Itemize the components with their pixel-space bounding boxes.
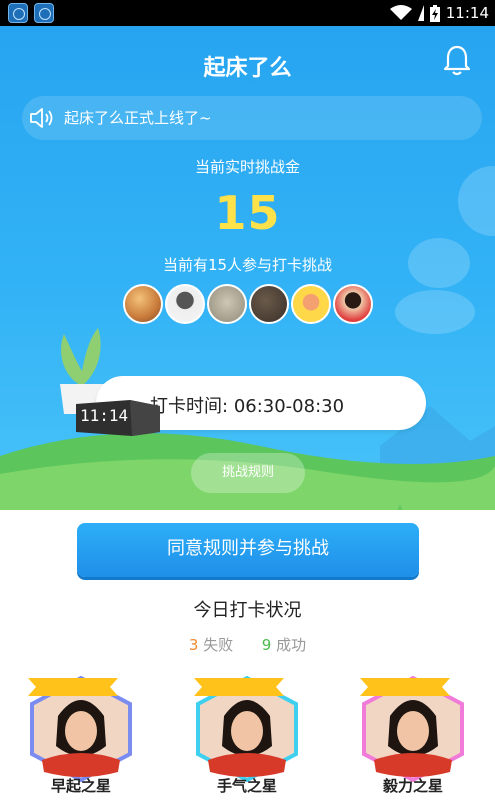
signal-icon [417,5,424,21]
speaker-icon [30,108,53,128]
join-challenge-button[interactable]: 同意规则并参与挑战 [77,523,419,577]
avatar[interactable] [207,284,247,324]
avatar[interactable] [249,284,289,324]
star-label: 手气之星 [216,777,277,795]
alarm-clock-time: 11:14 [80,406,129,425]
app-notification-icon [8,3,28,23]
avatar[interactable] [165,284,205,324]
clock-time: 11:14 [445,4,489,22]
app-notification-icon [34,3,54,23]
cloud-decoration [395,290,475,334]
battery-icon [429,4,440,22]
announcement-bar[interactable]: 起床了么正式上线了~ [22,96,482,140]
success-count: 9 [261,636,272,654]
luck-star[interactable]: 手气之星 [194,676,300,802]
star-ribbon [194,678,284,696]
checkin-time-range: 06:30-08:30 [233,396,345,417]
today-status-heading: 今日打卡状况 [193,600,302,621]
star-ribbon [360,678,450,696]
perseverance-star[interactable]: 毅力之星 [360,676,466,802]
challenge-rules-button[interactable]: 挑战规则 [191,453,305,493]
star-label: 毅力之星 [382,777,443,795]
participants-count-text: 当前有15人参与打卡挑战 [162,256,333,274]
pool-label: 当前实时挑战金 [194,158,300,176]
bell-icon[interactable] [443,44,471,76]
pool-amount: 15 [214,186,281,240]
star-ribbon [28,678,118,696]
fail-count: 3 [188,636,199,654]
participant-avatars [123,284,373,324]
star-label: 早起之星 [50,777,111,795]
avatar[interactable] [333,284,373,324]
announcement-text: 起床了么正式上线了~ [64,109,212,127]
early-riser-star[interactable]: 早起之星 [28,676,134,802]
page-title: 起床了么 [203,56,292,81]
avatar[interactable] [291,284,331,324]
success-label: 成功 [276,636,307,654]
challenge-hero: 起床了么 起床了么正式上线了~ 当前实时挑战金 15 当前有15人参与打卡挑战 [0,26,495,510]
fail-label: 失败 [203,636,234,654]
wifi-icon [389,5,412,20]
status-bar: 11:14 [0,0,495,26]
today-stats: 3 失败 9 成功 [0,634,495,655]
avatar[interactable] [123,284,163,324]
